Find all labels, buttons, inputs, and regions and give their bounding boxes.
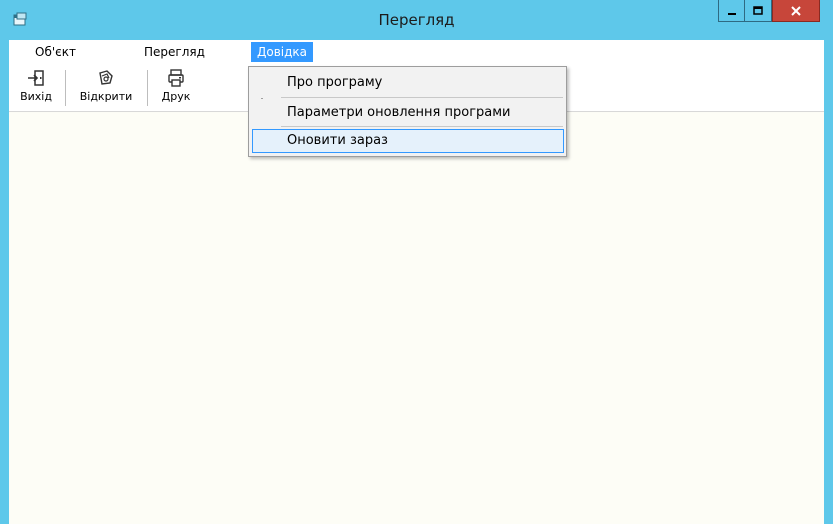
open-label: Відкрити <box>79 90 133 103</box>
app-window-icon[interactable] <box>12 12 28 28</box>
toolbar-separator <box>65 70 66 106</box>
window-title: Перегляд <box>378 11 455 29</box>
open-button[interactable]: Відкрити <box>71 68 141 110</box>
help-dropdown-menu: Про програму Параметри оновлення програм… <box>248 66 567 157</box>
close-icon <box>791 5 801 16</box>
exit-button[interactable]: Вихід <box>13 68 59 110</box>
main-window: Перегляд Об'єкт Перегляд Довідка Вихід В… <box>0 0 833 524</box>
menu-separator <box>281 97 563 98</box>
menu-item-about[interactable]: Про програму <box>252 71 564 95</box>
minimize-icon <box>727 12 736 15</box>
maximize-button[interactable] <box>745 0 772 22</box>
minimize-button[interactable] <box>718 0 745 22</box>
menu-item-update-now[interactable]: Оновити зараз <box>252 129 564 153</box>
document-workspace[interactable] <box>9 113 824 524</box>
maximize-icon <box>753 5 763 15</box>
exit-label: Вихід <box>20 90 52 103</box>
toolbar-separator <box>147 70 148 106</box>
menu-separator <box>281 126 563 127</box>
menu-help[interactable]: Довідка <box>251 42 314 62</box>
title-bar[interactable]: Перегляд <box>0 0 833 40</box>
menu-bar: Об'єкт Перегляд Довідка <box>9 40 824 62</box>
menu-item-update-settings[interactable]: Параметри оновлення програми <box>252 101 564 125</box>
print-label: Друк <box>161 90 191 103</box>
menu-gutter-mark <box>261 98 263 99</box>
print-button[interactable]: Друк <box>153 68 199 110</box>
open-icon <box>99 70 113 85</box>
menu-view[interactable]: Перегляд <box>138 42 211 62</box>
menu-object[interactable]: Об'єкт <box>29 42 82 62</box>
printer-icon <box>168 69 184 87</box>
exit-icon <box>28 70 44 86</box>
close-button[interactable] <box>772 0 820 22</box>
